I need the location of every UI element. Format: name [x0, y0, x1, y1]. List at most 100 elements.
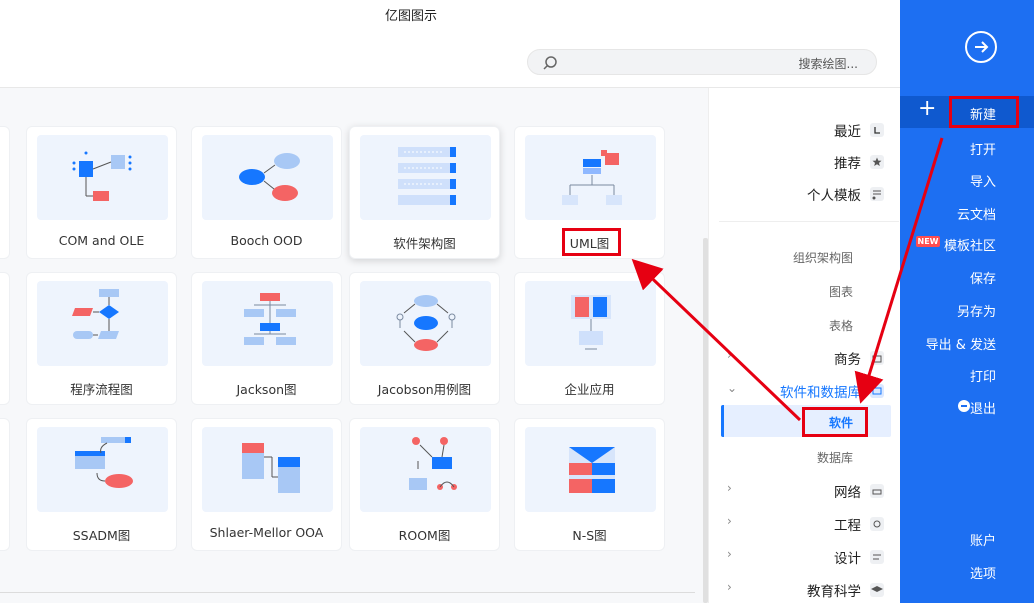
annotation-box-new: [949, 96, 1019, 128]
top-bar: 亿图图示 搜索绘图...: [0, 0, 900, 88]
menu-open[interactable]: 打开: [970, 139, 996, 158]
cat-engineering[interactable]: › 工程: [709, 510, 901, 536]
cat-label: 软件和数据库: [780, 385, 861, 401]
shlaer-mellor-thumbnail: [202, 427, 333, 512]
search-icon: [543, 56, 557, 70]
software-architecture-thumbnail: [360, 135, 491, 220]
search-placeholder: 搜索绘图...: [798, 57, 858, 71]
app-title: 亿图图示: [384, 9, 437, 24]
cat-label: 设计: [834, 551, 861, 567]
cat-network[interactable]: › 网络: [709, 477, 901, 503]
cat-label: 最近: [834, 124, 861, 140]
cat-database[interactable]: 数据库: [709, 446, 901, 468]
template-gallery: UML图 软件架构图 Booch OOD COM and OLE 企业应用 Ja…: [0, 88, 708, 603]
category-nav: 最近 推荐 个人模板 组织架构图 图表 表格 › 商务 ⌄ 软件和数据库 软件 …: [708, 88, 900, 603]
partial-card[interactable]: [0, 126, 10, 259]
graduation-cap-icon: [870, 583, 884, 597]
chevron-right-icon: ›: [727, 514, 732, 528]
ns-thumbnail: [525, 427, 656, 512]
template-card-jackson[interactable]: Jackson图: [191, 272, 342, 405]
jacobson-thumbnail: [360, 281, 491, 366]
menu-import[interactable]: 导入: [970, 171, 996, 190]
template-card-label: N-S图: [572, 528, 607, 543]
menu-export-send[interactable]: 导出 & 发送: [926, 334, 996, 353]
template-card-label: ROOM图: [398, 528, 451, 543]
plus-icon: +: [918, 96, 937, 121]
chevron-right-icon: ›: [727, 580, 732, 594]
template-card-label: Jacobson用例图: [377, 382, 472, 397]
template-card-label: Booch OOD: [230, 233, 303, 248]
template-card-room[interactable]: ROOM图: [349, 418, 500, 551]
new-badge: NEW: [916, 236, 940, 247]
divider: [0, 592, 695, 593]
chevron-down-icon: ⌄: [727, 381, 738, 395]
annotation-box-software: [802, 407, 868, 437]
chevron-right-icon: ›: [727, 481, 732, 495]
exit-icon: [958, 400, 970, 412]
menu-save[interactable]: 保存: [970, 268, 996, 287]
booch-ood-thumbnail: [202, 135, 333, 220]
cat-label: 数据库: [816, 451, 853, 465]
template-card-enterprise-app[interactable]: 企业应用: [514, 272, 665, 405]
cat-design[interactable]: › 设计: [709, 543, 901, 569]
search-box[interactable]: 搜索绘图...: [527, 49, 877, 75]
menu-options[interactable]: 选项: [970, 563, 996, 582]
menu-exit[interactable]: 退出: [970, 398, 996, 417]
enterprise-app-thumbnail: [525, 281, 656, 366]
menu-account[interactable]: 账户: [970, 530, 996, 549]
cat-business[interactable]: › 商务: [709, 344, 901, 370]
template-card-booch-ood[interactable]: Booch OOD: [191, 126, 342, 259]
cat-label: 个人模板: [807, 188, 861, 204]
ssadm-thumbnail: [37, 427, 168, 512]
uml-thumbnail: [525, 135, 656, 220]
cat-software-database[interactable]: ⌄ 软件和数据库: [709, 377, 901, 403]
app-window: 亿图图示 搜索绘图... UML图 软件架构图 Booch OOD COM an…: [0, 0, 1034, 603]
software-db-icon: [870, 384, 884, 398]
cat-label: 工程: [834, 518, 861, 534]
partial-card[interactable]: [0, 418, 10, 551]
network-icon: [870, 484, 884, 498]
cat-charts[interactable]: 图表: [709, 280, 901, 302]
template-card-label: 软件架构图: [393, 236, 456, 251]
cat-personal-templates[interactable]: 个人模板: [709, 180, 901, 206]
cat-label: 图表: [828, 285, 853, 299]
room-thumbnail: [360, 427, 491, 512]
template-card-jacobson[interactable]: Jacobson用例图: [349, 272, 500, 405]
star-icon: [870, 155, 884, 169]
partial-card[interactable]: [0, 272, 10, 405]
cat-label: 教育科学: [807, 584, 861, 600]
template-card-ns[interactable]: N-S图: [514, 418, 665, 551]
menu-save-as[interactable]: 另存为: [957, 301, 996, 320]
template-card-label: 企业应用: [564, 382, 615, 397]
divider: [719, 221, 899, 222]
chevron-right-icon: ›: [727, 547, 732, 561]
com-ole-thumbnail: [37, 135, 168, 220]
cat-label: 商务: [834, 352, 861, 368]
cat-recommended[interactable]: 推荐: [709, 148, 901, 174]
cat-recent[interactable]: 最近: [709, 116, 901, 142]
engineering-icon: [870, 517, 884, 531]
back-arrow-icon[interactable]: [965, 31, 997, 63]
template-card-flowchart[interactable]: 程序流程图: [26, 272, 177, 405]
cat-label: 组织架构图: [792, 251, 853, 265]
cat-label: 网络: [834, 485, 861, 501]
clock-icon: [870, 123, 884, 137]
template-card-label: 程序流程图: [70, 382, 133, 397]
template-card-software-architecture[interactable]: 软件架构图: [349, 126, 500, 259]
menu-cloud-docs[interactable]: 云文档: [957, 204, 996, 223]
template-card-label: Shlaer-Mellor OOA: [209, 525, 324, 540]
design-icon: [870, 550, 884, 564]
jackson-thumbnail: [202, 281, 333, 366]
annotation-box-uml: [562, 228, 621, 256]
personal-template-icon: [870, 187, 884, 201]
cat-org-chart[interactable]: 组织架构图: [709, 246, 901, 268]
menu-print[interactable]: 打印: [970, 366, 996, 385]
template-card-ssadm[interactable]: SSADM图: [26, 418, 177, 551]
template-card-label: SSADM图: [72, 528, 131, 543]
template-card-label: Jackson图: [236, 382, 297, 397]
cat-tables[interactable]: 表格: [709, 314, 901, 336]
template-card-shlaer-mellor[interactable]: Shlaer-Mellor OOA: [191, 418, 342, 551]
template-card-com-ole[interactable]: COM and OLE: [26, 126, 177, 259]
cat-education[interactable]: › 教育科学: [709, 576, 901, 602]
menu-template-community[interactable]: 模板社区: [944, 235, 996, 254]
